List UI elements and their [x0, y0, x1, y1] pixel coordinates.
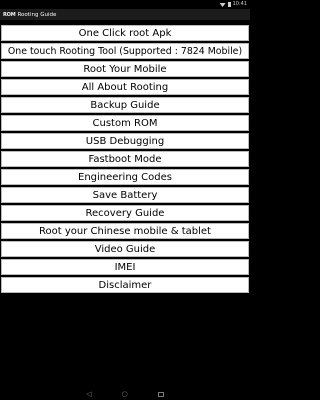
custom-rom-button[interactable]: Custom ROM — [1, 115, 249, 131]
save-battery-button[interactable]: Save Battery — [1, 187, 249, 203]
recovery-guide-button[interactable]: Recovery Guide — [1, 205, 249, 221]
app-icon[interactable]: ROM — [3, 12, 16, 18]
disclaimer-button[interactable]: Disclaimer — [1, 277, 249, 293]
status-icons: 10:41 — [219, 0, 247, 9]
root-chinese-mobile-button[interactable]: Root your Chinese mobile & tablet — [1, 223, 249, 239]
all-about-rooting-button[interactable]: All About Rooting — [1, 79, 249, 95]
usb-debugging-button[interactable]: USB Debugging — [1, 133, 249, 149]
action-bar: ROM Rooting Guide — [0, 9, 250, 20]
fastboot-mode-button[interactable]: Fastboot Mode — [1, 151, 249, 167]
wifi-icon — [219, 3, 226, 7]
app-title: Rooting Guide — [17, 11, 57, 18]
one-touch-rooting-tool-button[interactable]: One touch Rooting Tool (Supported : 7824… — [1, 43, 249, 59]
recents-icon[interactable] — [157, 392, 164, 397]
one-click-root-apk-button[interactable]: One Click root Apk — [1, 25, 249, 41]
status-time: 10:41 — [232, 1, 247, 7]
backup-guide-button[interactable]: Backup Guide — [1, 97, 249, 113]
root-your-mobile-button[interactable]: Root Your Mobile — [1, 61, 249, 77]
engineering-codes-button[interactable]: Engineering Codes — [1, 169, 249, 185]
home-icon[interactable]: ○ — [122, 391, 128, 398]
back-icon[interactable]: ◁ — [86, 391, 91, 398]
status-bar: 10:41 — [0, 0, 250, 9]
battery-icon — [227, 2, 231, 7]
imei-button[interactable]: IMEI — [1, 259, 249, 275]
video-guide-button[interactable]: Video Guide — [1, 241, 249, 257]
menu-list: One Click root Apk One touch Rooting Too… — [1, 25, 249, 295]
navigation-bar: ◁ ○ — [0, 389, 250, 400]
